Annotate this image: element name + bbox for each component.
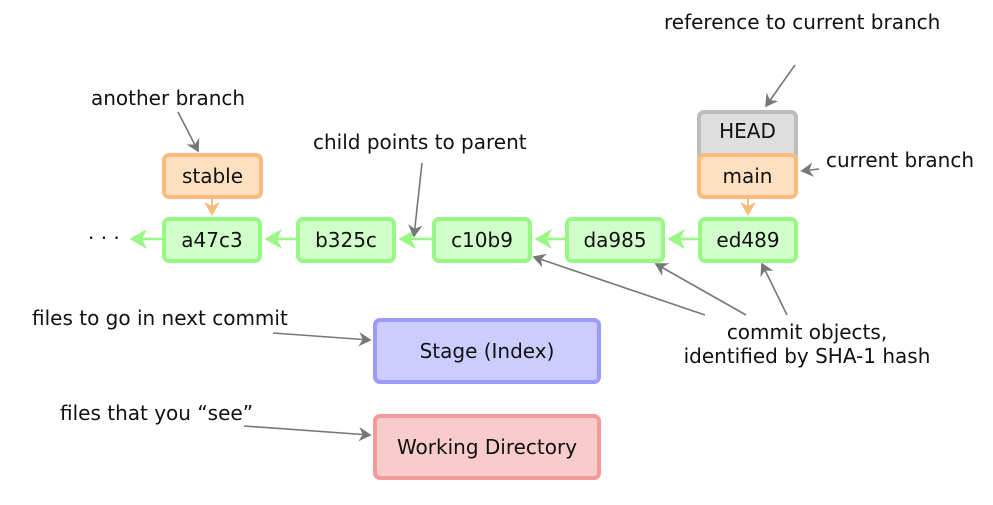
commit-node[interactable]: ed489: [698, 217, 798, 263]
commit-objects-arrow-da985: [654, 263, 747, 316]
commit-node[interactable]: c10b9: [432, 217, 532, 263]
branch-stable[interactable]: stable: [162, 153, 263, 199]
annotation-child-points-to-parent: child points to parent: [313, 130, 527, 154]
annotation-commit-objects: commit objects, identified by SHA-1 hash: [676, 320, 938, 368]
current-branch-arrow: [800, 162, 820, 177]
commit-node[interactable]: b325c: [296, 217, 396, 263]
commit-hash: a47c3: [181, 228, 243, 252]
stage-index-area[interactable]: Stage (Index): [373, 318, 601, 384]
commit-objects-arrow-ed489: [760, 262, 788, 316]
commit-hash: da985: [583, 228, 647, 252]
commit-node[interactable]: da985: [565, 217, 665, 263]
another-branch-arrow: [177, 111, 200, 153]
stage-label: Stage (Index): [419, 339, 555, 363]
head-ref[interactable]: HEAD: [697, 110, 798, 158]
annotation-another-branch: another branch: [91, 86, 246, 110]
commit-hash: c10b9: [451, 228, 513, 252]
annotation-commit-objects-line1: commit objects,: [726, 320, 888, 344]
working-directory-label: Working Directory: [396, 435, 578, 459]
files-next-commit-arrow: [272, 332, 372, 347]
branch-main[interactable]: main: [697, 153, 798, 199]
commit-hash: ed489: [716, 228, 780, 252]
head-label: HEAD: [719, 119, 776, 143]
annotation-files-next-commit: files to go in next commit: [32, 306, 288, 330]
branch-label: stable: [181, 164, 244, 188]
reference-arrow: [765, 64, 796, 108]
working-directory-area[interactable]: Working Directory: [373, 414, 601, 480]
branch-label: main: [722, 164, 773, 188]
files-you-see-arrow: [243, 425, 372, 442]
history-ellipsis: · · ·: [88, 226, 120, 250]
commit-node[interactable]: a47c3: [162, 217, 262, 263]
annotation-current-branch: current branch: [826, 148, 975, 172]
child-points-arrow: [408, 162, 423, 238]
commit-hash: b325c: [315, 228, 377, 252]
commit-objects-arrow-c10b9: [532, 253, 706, 316]
annotation-reference-to-current-branch: reference to current branch: [664, 10, 941, 34]
annotation-files-you-see: files that you “see”: [60, 401, 254, 425]
annotation-commit-objects-line2: identified by SHA-1 hash: [683, 344, 931, 368]
